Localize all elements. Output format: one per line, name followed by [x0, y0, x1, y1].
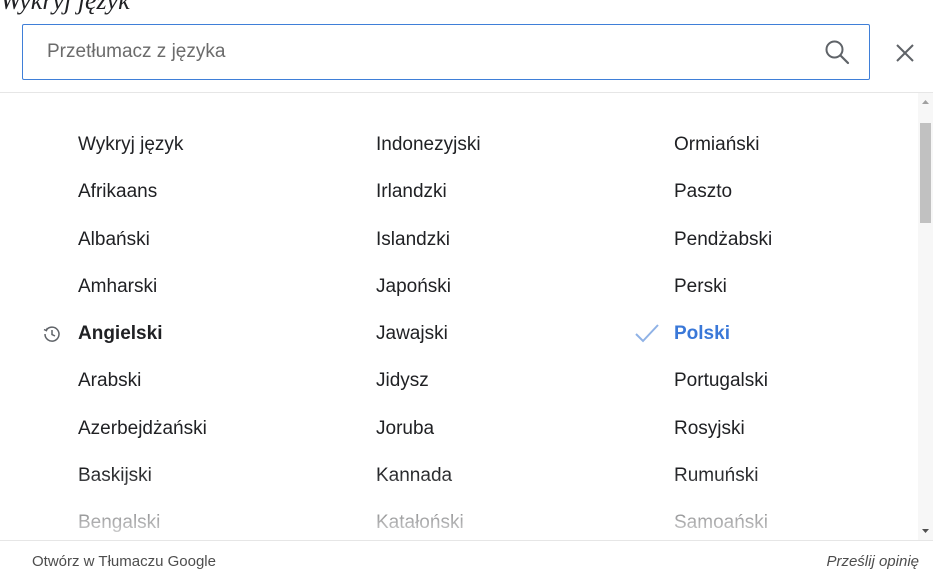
- language-option[interactable]: Japoński: [376, 263, 481, 310]
- language-column-1: Wykryj język Afrikaans Albański Amharski…: [43, 121, 207, 540]
- language-list: Wykryj język Afrikaans Albański Amharski…: [0, 93, 918, 540]
- language-option[interactable]: Rosyjski: [674, 405, 772, 452]
- search-icon[interactable]: [823, 38, 851, 66]
- divider-bottom: [0, 540, 933, 541]
- scrollbar-thumb[interactable]: [920, 123, 931, 223]
- language-option[interactable]: Irlandzki: [376, 168, 481, 215]
- language-option[interactable]: Paszto: [674, 168, 772, 215]
- history-icon: [43, 326, 60, 343]
- language-option[interactable]: Indonezyjski: [376, 121, 481, 168]
- close-icon[interactable]: [892, 40, 918, 66]
- language-option[interactable]: Arabski: [78, 357, 207, 404]
- scroll-up-arrow-icon[interactable]: [918, 93, 933, 111]
- language-option[interactable]: Katałoński: [376, 499, 481, 540]
- language-option[interactable]: Perski: [674, 263, 772, 310]
- language-option-label: Angielski: [78, 323, 163, 345]
- open-in-translate-link[interactable]: Otwórz w Tłumaczu Google: [32, 553, 216, 570]
- check-icon: [635, 324, 659, 343]
- language-option[interactable]: Azerbejdżański: [78, 405, 207, 452]
- language-option[interactable]: Pendżabski: [674, 216, 772, 263]
- language-option[interactable]: Samoański: [674, 499, 772, 540]
- language-column-3: Ormiański Paszto Pendżabski Perski Polsk…: [635, 121, 772, 540]
- scrollbar[interactable]: [918, 93, 933, 540]
- language-option[interactable]: Kannada: [376, 452, 481, 499]
- search-box[interactable]: [22, 24, 870, 80]
- heading-fragment: Wykryj język: [0, 0, 130, 15]
- language-option[interactable]: Baskijski: [78, 452, 207, 499]
- scroll-down-arrow-icon[interactable]: [918, 522, 933, 540]
- language-option[interactable]: Portugalski: [674, 357, 772, 404]
- language-option[interactable]: Albański: [78, 216, 207, 263]
- language-option[interactable]: Afrikaans: [78, 168, 207, 215]
- search-input[interactable]: [23, 25, 813, 79]
- language-option[interactable]: Amharski: [78, 263, 207, 310]
- language-option-label: Polski: [674, 323, 730, 345]
- language-option[interactable]: Joruba: [376, 405, 481, 452]
- send-feedback-link[interactable]: Prześlij opinię: [826, 553, 919, 570]
- language-option[interactable]: Rumuński: [674, 452, 772, 499]
- language-option[interactable]: Bengalski: [78, 499, 207, 540]
- language-option[interactable]: Jawajski: [376, 310, 481, 357]
- language-option[interactable]: Islandzki: [376, 216, 481, 263]
- language-picker-panel: Wykryj język Wykryj język Afrikaans Alba…: [0, 0, 933, 572]
- language-column-2: Indonezyjski Irlandzki Islandzki Japońsk…: [376, 121, 481, 540]
- language-option-selected[interactable]: Polski: [635, 310, 772, 357]
- language-option[interactable]: Wykryj język: [78, 121, 207, 168]
- language-option-recent[interactable]: Angielski: [43, 310, 207, 357]
- language-option[interactable]: Jidysz: [376, 357, 481, 404]
- language-option[interactable]: Ormiański: [674, 121, 772, 168]
